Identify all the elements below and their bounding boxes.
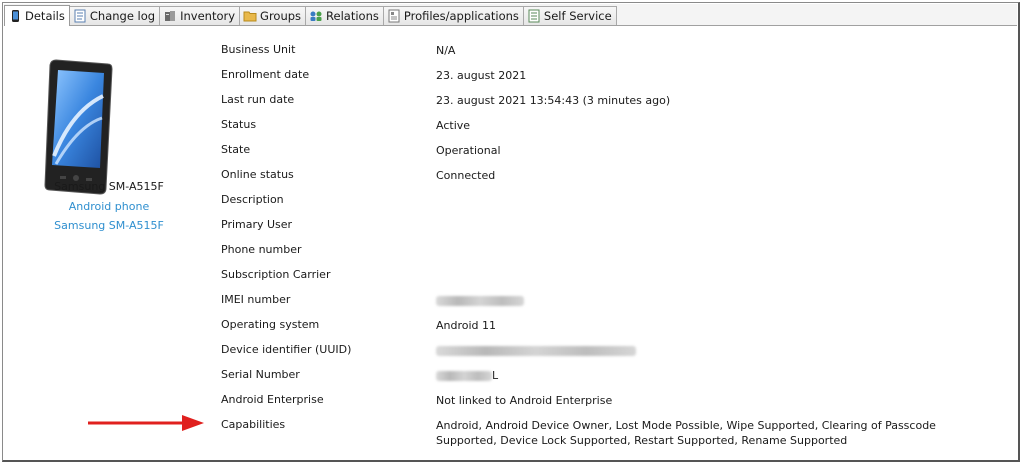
- detail-value: Not linked to Android Enterprise: [436, 394, 613, 407]
- detail-value: Android 11: [436, 319, 497, 332]
- detail-label: Android Enterprise: [221, 393, 324, 406]
- device-type-link[interactable]: Android phone: [24, 200, 194, 213]
- phone-icon: [12, 10, 19, 22]
- detail-label: Enrollment date: [221, 68, 310, 81]
- tab-groups[interactable]: Groups: [239, 6, 307, 25]
- tab-change-log[interactable]: Change log: [68, 6, 161, 25]
- detail-label: Description: [221, 193, 284, 206]
- detail-value: Connected: [436, 169, 496, 182]
- tab-label: Details: [25, 9, 65, 23]
- detail-value: [436, 293, 986, 308]
- detail-label: Primary User: [221, 218, 293, 231]
- detail-label: Status: [221, 118, 257, 131]
- details-panel: Samsung SM-A515F Android phone Samsung S…: [4, 26, 1017, 459]
- tab-label: Relations: [326, 9, 379, 23]
- device-name: Samsung SM-A515F: [54, 180, 164, 193]
- detail-label: Capabilities: [221, 418, 286, 431]
- detail-label: Phone number: [221, 243, 302, 256]
- tab-label: Self Service: [543, 9, 612, 23]
- tab-label: Change log: [89, 9, 156, 23]
- red-arrow-icon: [88, 415, 204, 431]
- device-details-window: Details Change log Inventory Groups Rela…: [2, 2, 1020, 462]
- detail-label: Subscription Carrier: [221, 268, 331, 281]
- tab-bar: Details Change log Inventory Groups Rela…: [4, 4, 1017, 26]
- serial-suffix: L: [492, 369, 499, 382]
- tab-inventory[interactable]: Inventory: [159, 6, 241, 25]
- relations-icon: [310, 11, 322, 21]
- document-icon: [74, 9, 86, 23]
- detail-label: Serial Number: [221, 368, 300, 381]
- detail-value: 23. august 2021: [436, 69, 527, 82]
- detail-label: Business Unit: [221, 43, 296, 56]
- tab-profiles-applications[interactable]: Profiles/applications: [382, 6, 524, 25]
- detail-label: Online status: [221, 168, 294, 181]
- redacted-value: [436, 296, 524, 306]
- tab-label: Profiles/applications: [403, 9, 519, 23]
- device-model-link[interactable]: Samsung SM-A515F: [24, 219, 194, 232]
- redacted-value: [436, 346, 636, 356]
- detail-label: Device identifier (UUID): [221, 343, 352, 356]
- detail-label: IMEI number: [221, 293, 291, 306]
- tab-details[interactable]: Details: [4, 5, 70, 26]
- detail-label: State: [221, 143, 251, 156]
- detail-value: L: [436, 368, 986, 383]
- detail-value: Android, Android Device Owner, Lost Mode…: [436, 419, 936, 447]
- profiles-icon: [388, 9, 400, 23]
- inventory-icon: [165, 11, 176, 21]
- tab-relations[interactable]: Relations: [305, 6, 384, 25]
- tab-label: Inventory: [180, 9, 236, 23]
- detail-label: Last run date: [221, 93, 295, 106]
- detail-value: [436, 343, 986, 358]
- folder-icon: [243, 11, 257, 22]
- detail-value: Active: [436, 119, 471, 132]
- detail-value: Operational: [436, 144, 501, 157]
- redacted-value: [436, 371, 492, 381]
- tab-label: Groups: [260, 9, 302, 23]
- detail-label: Operating system: [221, 318, 320, 331]
- detail-value: 23. august 2021 13:54:43 (3 minutes ago): [436, 94, 671, 107]
- detail-value: N/A: [436, 44, 456, 57]
- tab-self-service[interactable]: Self Service: [522, 6, 617, 25]
- smartphone-image: [44, 59, 113, 195]
- self-service-icon: [528, 9, 540, 23]
